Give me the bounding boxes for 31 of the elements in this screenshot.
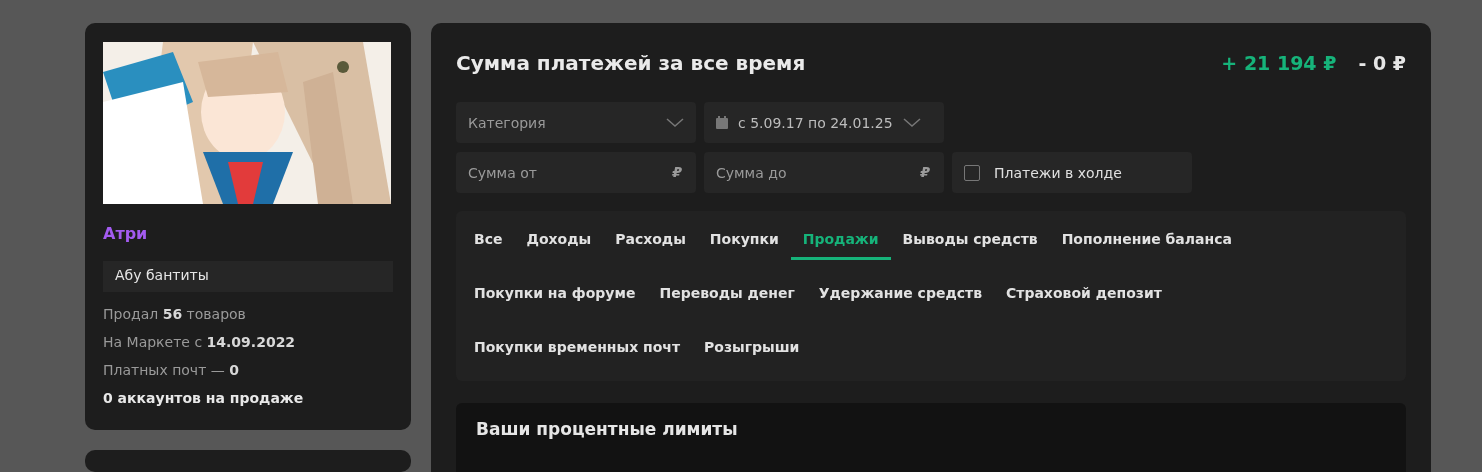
profile-stat: 0 аккаунтов на продаже bbox=[103, 389, 305, 408]
currency-sign: ₽ bbox=[672, 164, 682, 180]
category-tab[interactable]: Переводы денег bbox=[647, 274, 807, 314]
profile-stat: Продал 56 товаров bbox=[103, 305, 247, 324]
category-tab[interactable]: Все bbox=[462, 220, 515, 260]
category-tab[interactable]: Покупки bbox=[697, 220, 791, 260]
hold-checkbox[interactable] bbox=[964, 164, 980, 181]
calendar-icon bbox=[716, 116, 728, 129]
category-tab[interactable]: Розыгрыши bbox=[692, 328, 812, 368]
profile-stat: Платных почт — 0 bbox=[103, 361, 240, 380]
category-tab[interactable]: Пополнение баланса bbox=[1049, 220, 1244, 260]
income-total: + 21 194 ₽ bbox=[1221, 52, 1337, 74]
username[interactable]: Атри bbox=[103, 224, 393, 243]
chevron-down-icon bbox=[902, 117, 921, 128]
category-tab[interactable]: Страховой депозит bbox=[994, 274, 1174, 314]
currency-sign: ₽ bbox=[920, 164, 930, 180]
date-range-dropdown[interactable]: с 5.09.17 по 24.01.25 bbox=[704, 102, 944, 143]
category-tab[interactable]: Доходы bbox=[514, 220, 604, 260]
category-tab[interactable]: Расходы bbox=[603, 220, 698, 260]
profile-stat: На Маркете с 14.09.2022 bbox=[103, 333, 297, 352]
expense-total: - 0 ₽ bbox=[1358, 52, 1406, 74]
category-tab[interactable]: Выводы средств bbox=[890, 220, 1050, 260]
limits-title: Ваши процентные лимиты bbox=[476, 419, 739, 439]
category-tab[interactable]: Продажи bbox=[790, 220, 891, 260]
payments-title: Сумма платежей за все время bbox=[456, 51, 806, 75]
category-dropdown[interactable]: Категория bbox=[456, 102, 696, 143]
category-tab[interactable]: Покупки на форуме bbox=[462, 274, 648, 314]
chevron-down-icon bbox=[666, 117, 684, 128]
category-tab[interactable]: Удержание средств bbox=[806, 274, 994, 314]
user-status: Абу бантиты bbox=[103, 261, 393, 292]
category-tab[interactable]: Покупки временных почт bbox=[462, 328, 693, 368]
